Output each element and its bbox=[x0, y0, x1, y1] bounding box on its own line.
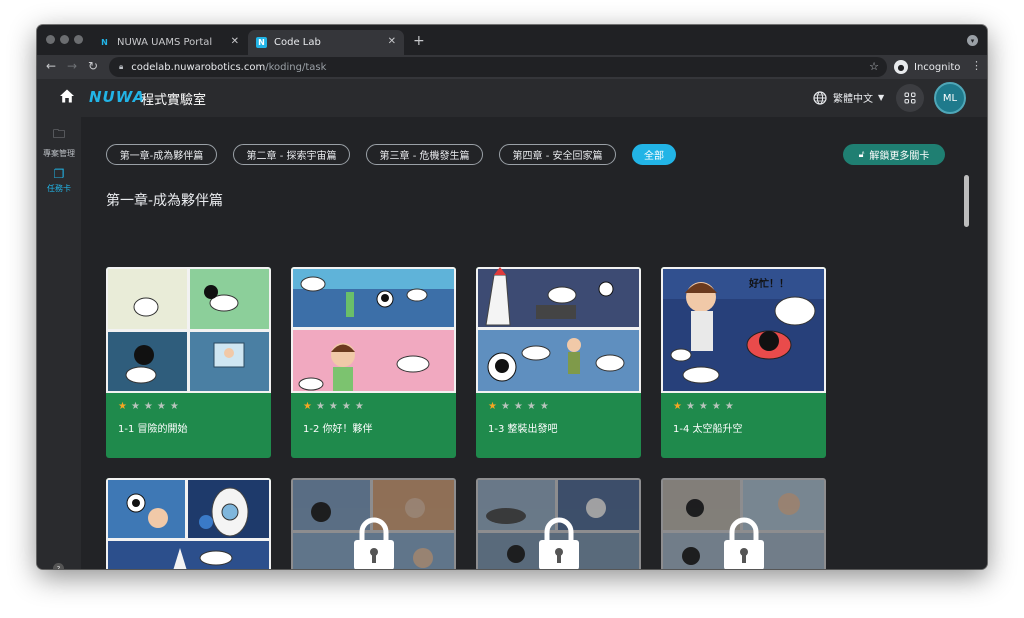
incognito-indicator[interactable]: ● Incognito bbox=[894, 58, 960, 76]
new-tab-button[interactable]: + bbox=[413, 33, 425, 49]
comic-bubble-text: 好忙！！ bbox=[748, 277, 789, 290]
forward-arrow-icon[interactable]: → bbox=[67, 59, 77, 73]
sidebar-item-task-cards[interactable]: ❐ 任務卡 bbox=[37, 167, 81, 194]
home-icon[interactable] bbox=[59, 88, 75, 104]
comic-illustration bbox=[106, 478, 271, 569]
card-title: 1-4 太空船升空 bbox=[673, 424, 743, 435]
unlock-icon: 🔓︎ bbox=[858, 149, 865, 160]
tab-nuwa-uams-portal[interactable]: N NUWA UAMS Portal ✕ bbox=[91, 30, 247, 55]
task-card-1-4[interactable]: 好忙！！ ★★★★★ 1-4 太空船升空 bbox=[661, 267, 826, 458]
filter-chip-chapter-4[interactable]: 第四章 - 安全回家篇 bbox=[499, 144, 616, 165]
main-content: 第一章-成為夥伴篇 第二章 - 探索宇宙篇 第三章 - 危機發生篇 第四章 - … bbox=[81, 117, 987, 569]
chevron-down-icon: ▼ bbox=[878, 93, 885, 102]
comic-illustration: 好忙！！ bbox=[661, 267, 826, 393]
apps-grid-icon bbox=[904, 92, 916, 104]
lock-icon bbox=[539, 517, 579, 569]
folder-icon: 🗀︎ bbox=[52, 127, 65, 141]
comic-illustration bbox=[291, 267, 456, 393]
filter-chip-chapter-2[interactable]: 第二章 - 探索宇宙篇 bbox=[233, 144, 350, 165]
star-rating: ★★★★★ bbox=[673, 401, 738, 412]
app-title: 程式實驗室 bbox=[141, 93, 207, 108]
browser-window: N NUWA UAMS Portal ✕ N Code Lab ✕ + ▾ ← … bbox=[37, 25, 987, 569]
task-card-locked[interactable] bbox=[661, 478, 826, 569]
app-header: NUWA 程式實驗室 繁體中文 ▼ ML bbox=[37, 79, 987, 117]
unlock-more-levels-button[interactable]: 🔓︎ 解鎖更多關卡 bbox=[843, 144, 945, 165]
task-card-locked[interactable] bbox=[291, 478, 456, 569]
tab-close-icon[interactable]: ✕ bbox=[231, 36, 239, 47]
nuwa-favicon-icon: N bbox=[256, 37, 267, 48]
nuwa-logo[interactable]: NUWA bbox=[89, 88, 145, 106]
language-label: 繁體中文 bbox=[833, 94, 873, 105]
task-card-1-5[interactable] bbox=[106, 478, 271, 569]
apps-grid-button[interactable] bbox=[896, 84, 924, 112]
sidebar-item-projects[interactable]: 🗀︎ 專案管理 bbox=[37, 125, 81, 159]
tab-search-icon[interactable]: ▾ bbox=[967, 35, 978, 46]
star-rating: ★★★★★ bbox=[118, 401, 183, 412]
tab-close-icon[interactable]: ✕ bbox=[388, 36, 396, 47]
comic-illustration bbox=[106, 267, 271, 393]
card-title: 1-1 冒險的開始 bbox=[118, 424, 188, 435]
card-title: 1-2 你好！夥伴 bbox=[303, 424, 373, 435]
unlock-label: 解鎖更多關卡 bbox=[869, 151, 930, 162]
user-avatar[interactable]: ML bbox=[934, 82, 966, 114]
language-selector[interactable]: 繁體中文 ▼ bbox=[813, 90, 884, 105]
lock-icon bbox=[724, 517, 764, 569]
sidebar-item-label: 任務卡 bbox=[47, 184, 71, 193]
browser-menu-icon[interactable]: ⋮ bbox=[971, 59, 982, 72]
section-title: 第一章-成為夥伴篇 bbox=[106, 193, 224, 209]
task-card-locked[interactable] bbox=[476, 478, 641, 569]
task-card-1-1[interactable]: ★★★★★ 1-1 冒險的開始 bbox=[106, 267, 271, 458]
sidebar: 🗀︎ 專案管理 ❐ 任務卡 ? 說明 bbox=[37, 117, 81, 569]
help-icon[interactable]: ? bbox=[53, 563, 64, 569]
incognito-label: Incognito bbox=[914, 61, 961, 73]
reload-icon[interactable]: ↻ bbox=[88, 59, 98, 73]
bookmark-star-icon[interactable]: ☆ bbox=[869, 60, 879, 73]
tab-title: Code Lab bbox=[274, 37, 321, 48]
filter-chip-chapter-1[interactable]: 第一章-成為夥伴篇 bbox=[106, 144, 217, 165]
lock-icon: 🔒︎ bbox=[119, 62, 124, 71]
window-zoom-light[interactable] bbox=[74, 35, 83, 44]
scrollbar[interactable] bbox=[964, 175, 969, 227]
star-rating: ★★★★★ bbox=[488, 401, 553, 412]
back-arrow-icon[interactable]: ← bbox=[46, 59, 56, 73]
incognito-icon: ● bbox=[894, 60, 908, 74]
sidebar-item-label: 專案管理 bbox=[43, 149, 75, 158]
task-card-1-2[interactable]: ★★★★★ 1-2 你好！夥伴 bbox=[291, 267, 456, 458]
window-minimize-light[interactable] bbox=[60, 35, 69, 44]
card-title: 1-3 整裝出發吧 bbox=[488, 424, 558, 435]
url-path: /koding/task bbox=[265, 61, 327, 73]
tab-title: NUWA UAMS Portal bbox=[117, 37, 213, 48]
cards-icon: ❐ bbox=[53, 167, 65, 181]
window-close-light[interactable] bbox=[46, 35, 55, 44]
nuwa-favicon-icon: N bbox=[101, 38, 108, 47]
star-rating: ★★★★★ bbox=[303, 401, 368, 412]
globe-icon bbox=[813, 90, 827, 105]
tab-code-lab[interactable]: N Code Lab ✕ bbox=[248, 30, 404, 55]
url-host: codelab.nuwarobotics.com bbox=[131, 61, 266, 73]
comic-illustration bbox=[476, 267, 641, 393]
filter-chip-chapter-3[interactable]: 第三章 - 危機發生篇 bbox=[366, 144, 483, 165]
filter-chip-all[interactable]: 全部 bbox=[632, 144, 676, 165]
task-card-1-3[interactable]: ★★★★★ 1-3 整裝出發吧 bbox=[476, 267, 641, 458]
address-bar[interactable]: 🔒︎ codelab.nuwarobotics.com/koding/task … bbox=[109, 57, 887, 77]
tab-strip: N NUWA UAMS Portal ✕ N Code Lab ✕ + ▾ bbox=[37, 25, 987, 55]
browser-toolbar: ← → ↻ 🔒︎ codelab.nuwarobotics.com/koding… bbox=[37, 55, 987, 79]
lock-icon bbox=[354, 517, 394, 569]
